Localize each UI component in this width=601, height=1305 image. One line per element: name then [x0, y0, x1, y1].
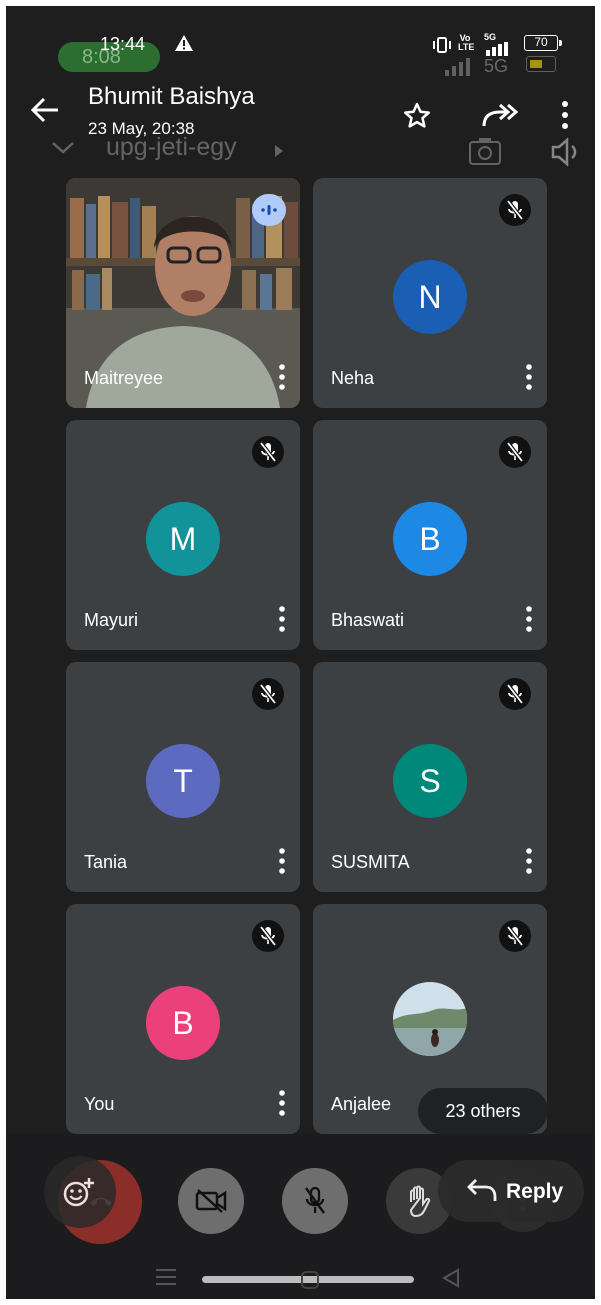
ghost-network: 5G — [484, 56, 509, 76]
more-vert-icon[interactable] — [560, 100, 570, 130]
participant-tile-mayuri[interactable]: M Mayuri — [66, 420, 300, 650]
mic-off-icon — [506, 441, 524, 463]
participant-tile-you[interactable]: B You — [66, 904, 300, 1134]
mute-badge — [499, 920, 531, 952]
mic-off-icon — [506, 199, 524, 221]
more-vert-icon[interactable] — [278, 1090, 286, 1116]
network-type: 5G — [484, 32, 497, 42]
participant-tile-maitreyee[interactable]: Maitreyee — [66, 178, 300, 408]
battery-cap — [559, 40, 562, 46]
participant-avatar: T — [146, 744, 220, 818]
more-vert-icon[interactable] — [525, 848, 533, 874]
ghost-chevron-down-icon — [52, 142, 74, 154]
ghost-signal-icon — [445, 58, 470, 76]
mic-toggle-button[interactable] — [282, 1168, 348, 1234]
participant-tile-tania[interactable]: T Tania — [66, 662, 300, 892]
participant-photo-avatar — [393, 982, 467, 1056]
battery-indicator: 70 — [524, 35, 558, 51]
meet-call-screen: 8:08 13:44 Vo LTE 5G 70 5G Bhumit Baishy… — [6, 6, 595, 1299]
reply-icon — [467, 1179, 497, 1201]
mic-off-icon — [506, 925, 524, 947]
participant-name: Neha — [331, 368, 375, 388]
ghost-battery-fill — [530, 60, 542, 68]
ghost-speaker-icon — [551, 137, 577, 167]
participant-name: You — [84, 1094, 115, 1114]
participant-avatar: N — [393, 260, 467, 334]
participant-name: Bhaswati — [331, 610, 405, 630]
participant-name: Maitreyee — [84, 368, 164, 388]
back-arrow-icon[interactable] — [30, 96, 62, 124]
nav-recents-icon[interactable] — [156, 1268, 176, 1286]
ghost-play-icon — [275, 145, 283, 157]
participant-tile-neha[interactable]: N Neha — [313, 178, 547, 408]
reply-label[interactable]: Reply — [506, 1180, 563, 1204]
mic-off-icon — [259, 441, 277, 463]
more-vert-icon[interactable] — [525, 606, 533, 632]
nav-back-icon[interactable] — [442, 1268, 460, 1288]
speaking-indicator — [252, 194, 286, 226]
participant-name: Anjalee — [331, 1094, 392, 1114]
participant-name: Mayuri — [84, 610, 139, 630]
star-icon[interactable] — [402, 101, 432, 131]
participant-avatar: B — [146, 986, 220, 1060]
more-vert-icon[interactable] — [278, 848, 286, 874]
chat-title: Bhumit Baishya — [88, 83, 255, 110]
participant-avatar: S — [393, 744, 467, 818]
warning-icon — [175, 35, 193, 51]
camera-toggle-button[interactable] — [178, 1168, 244, 1234]
participant-tile-susmita[interactable]: S SUSMITA — [313, 662, 547, 892]
ghost-switch-camera-icon — [469, 138, 501, 165]
camera-off-icon — [195, 1189, 227, 1213]
more-vert-icon[interactable] — [525, 364, 533, 390]
participant-name: Tania — [84, 852, 128, 872]
mute-badge — [252, 920, 284, 952]
mic-off-icon — [259, 683, 277, 705]
mute-badge — [499, 436, 531, 468]
hand-raise-icon — [409, 1185, 431, 1218]
nav-home-icon[interactable] — [300, 1270, 320, 1290]
participant-avatar: B — [393, 502, 467, 576]
participant-name: SUSMITA — [331, 852, 410, 872]
others-count-button[interactable]: 23 others — [418, 1088, 548, 1134]
more-vert-icon[interactable] — [278, 606, 286, 632]
mute-badge — [499, 194, 531, 226]
emoji-reaction-button[interactable] — [44, 1156, 116, 1228]
volte-label: Vo LTE — [458, 33, 475, 52]
mic-off-icon — [506, 683, 524, 705]
participant-avatar: M — [146, 502, 220, 576]
audio-wave-icon — [261, 205, 277, 215]
ghost-meeting-code: upg-jeti-egy — [106, 133, 237, 161]
mute-badge — [252, 678, 284, 710]
more-vert-icon[interactable] — [278, 364, 286, 390]
mic-off-icon — [304, 1186, 326, 1214]
signal-icon — [486, 42, 508, 56]
mute-badge — [252, 436, 284, 468]
vibrate-icon — [433, 37, 451, 53]
status-time: 13:44 — [100, 34, 146, 54]
participant-tile-bhaswati[interactable]: B Bhaswati — [313, 420, 547, 650]
mute-badge — [499, 678, 531, 710]
forward-icon[interactable] — [480, 102, 520, 130]
mic-off-icon — [259, 925, 277, 947]
emoji-add-icon — [63, 1178, 94, 1207]
